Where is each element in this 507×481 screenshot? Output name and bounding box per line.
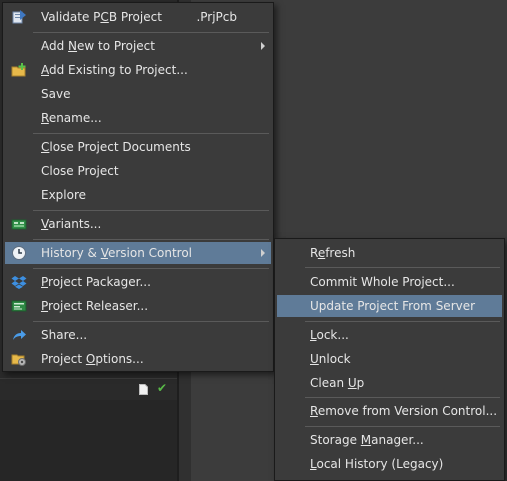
menu-separator xyxy=(33,268,269,269)
menu-item-label: Unlock xyxy=(310,352,351,366)
menu-item-rename[interactable]: Rename... xyxy=(5,107,271,129)
menu-item-save[interactable]: Save xyxy=(5,83,271,105)
menu-item-label: Explore xyxy=(41,188,87,202)
menu-separator xyxy=(33,32,269,33)
menu-item-local-history[interactable]: Local History (Legacy) xyxy=(277,453,502,475)
menu-item-label: Share... xyxy=(41,328,88,342)
submenu-arrow-icon xyxy=(261,249,265,257)
project-panel-lower xyxy=(0,400,177,481)
validate-project-icon xyxy=(12,10,26,24)
history-version-control-submenu: Refresh Commit Whole Project... Update P… xyxy=(274,238,505,481)
saved-check-icon: ✔ xyxy=(157,381,168,395)
menu-item-commit-whole-project[interactable]: Commit Whole Project... xyxy=(277,271,502,293)
menu-separator xyxy=(305,426,500,427)
project-extension-label: .PrjPcb xyxy=(196,10,237,24)
menu-item-label: Commit Whole Project... xyxy=(310,275,455,289)
menu-separator xyxy=(305,397,500,398)
menu-separator xyxy=(33,133,269,134)
menu-item-label: Rename... xyxy=(41,111,102,125)
menu-item-label: Project Releaser... xyxy=(41,299,149,313)
menu-item-close-project[interactable]: Close Project xyxy=(5,160,271,182)
menu-separator xyxy=(33,239,269,240)
dropbox-packager-icon xyxy=(11,276,27,289)
menu-item-label: History & Version Control xyxy=(41,246,193,260)
menu-item-lock[interactable]: Lock... xyxy=(277,324,502,346)
menu-item-refresh[interactable]: Refresh xyxy=(277,242,502,264)
history-clock-icon xyxy=(12,246,26,260)
menu-item-share[interactable]: Share... xyxy=(5,324,271,346)
menu-item-validate[interactable]: Validate PCB Project .PrjPcb xyxy=(5,6,271,28)
project-context-menu: Validate PCB Project .PrjPcb Add New to … xyxy=(2,2,274,372)
menu-item-label: Add New to Project xyxy=(41,39,155,53)
menu-item-add-new[interactable]: Add New to Project xyxy=(5,35,271,57)
project-options-icon xyxy=(11,354,26,366)
menu-item-remove-from-version-control[interactable]: Remove from Version Control... xyxy=(277,400,502,422)
menu-separator xyxy=(33,321,269,322)
menu-separator xyxy=(305,267,500,268)
submenu-arrow-icon xyxy=(261,42,265,50)
menu-item-label: Refresh xyxy=(310,246,356,260)
menu-item-project-releaser[interactable]: Project Releaser... xyxy=(5,295,271,317)
project-status-strip: ✔ xyxy=(0,378,177,401)
document-icon xyxy=(139,384,148,395)
menu-item-variants[interactable]: Variants... xyxy=(5,213,271,235)
menu-item-unlock[interactable]: Unlock xyxy=(277,348,502,370)
add-existing-folder-icon xyxy=(11,63,26,77)
menu-item-label: Clean Up xyxy=(310,376,365,390)
releaser-icon xyxy=(11,300,27,312)
menu-separator xyxy=(305,321,500,322)
menu-item-label: Validate PCB Project xyxy=(41,10,162,24)
menu-item-project-packager[interactable]: Project Packager... xyxy=(5,271,271,293)
menu-separator xyxy=(33,210,269,211)
menu-item-label: Close Project Documents xyxy=(41,140,191,154)
menu-item-storage-manager[interactable]: Storage Manager... xyxy=(277,429,502,451)
menu-item-label: Lock... xyxy=(310,328,349,342)
menu-item-label: Project Packager... xyxy=(41,275,151,289)
menu-item-close-documents[interactable]: Close Project Documents xyxy=(5,136,271,158)
menu-item-label: Close Project xyxy=(41,164,119,178)
menu-item-history-version-control[interactable]: History & Version Control xyxy=(5,242,271,264)
menu-item-label: Variants... xyxy=(41,217,102,231)
menu-item-project-options[interactable]: Project Options... xyxy=(5,348,271,370)
menu-item-explore[interactable]: Explore xyxy=(5,184,271,206)
menu-item-label: Storage Manager... xyxy=(310,433,424,447)
variants-icon xyxy=(11,219,27,230)
menu-item-label: Add Existing to Project... xyxy=(41,63,188,77)
menu-item-label: Update Project From Server xyxy=(310,299,476,313)
share-arrow-icon xyxy=(13,330,26,340)
menu-item-update-from-server[interactable]: Update Project From Server xyxy=(277,295,502,317)
menu-item-label: Remove from Version Control... xyxy=(310,404,498,418)
menu-item-label: Project Options... xyxy=(41,352,144,366)
menu-item-label: Save xyxy=(41,87,71,101)
menu-item-add-existing[interactable]: Add Existing to Project... xyxy=(5,59,271,81)
menu-item-label: Local History (Legacy) xyxy=(310,457,444,471)
menu-item-clean-up[interactable]: Clean Up xyxy=(277,372,502,394)
